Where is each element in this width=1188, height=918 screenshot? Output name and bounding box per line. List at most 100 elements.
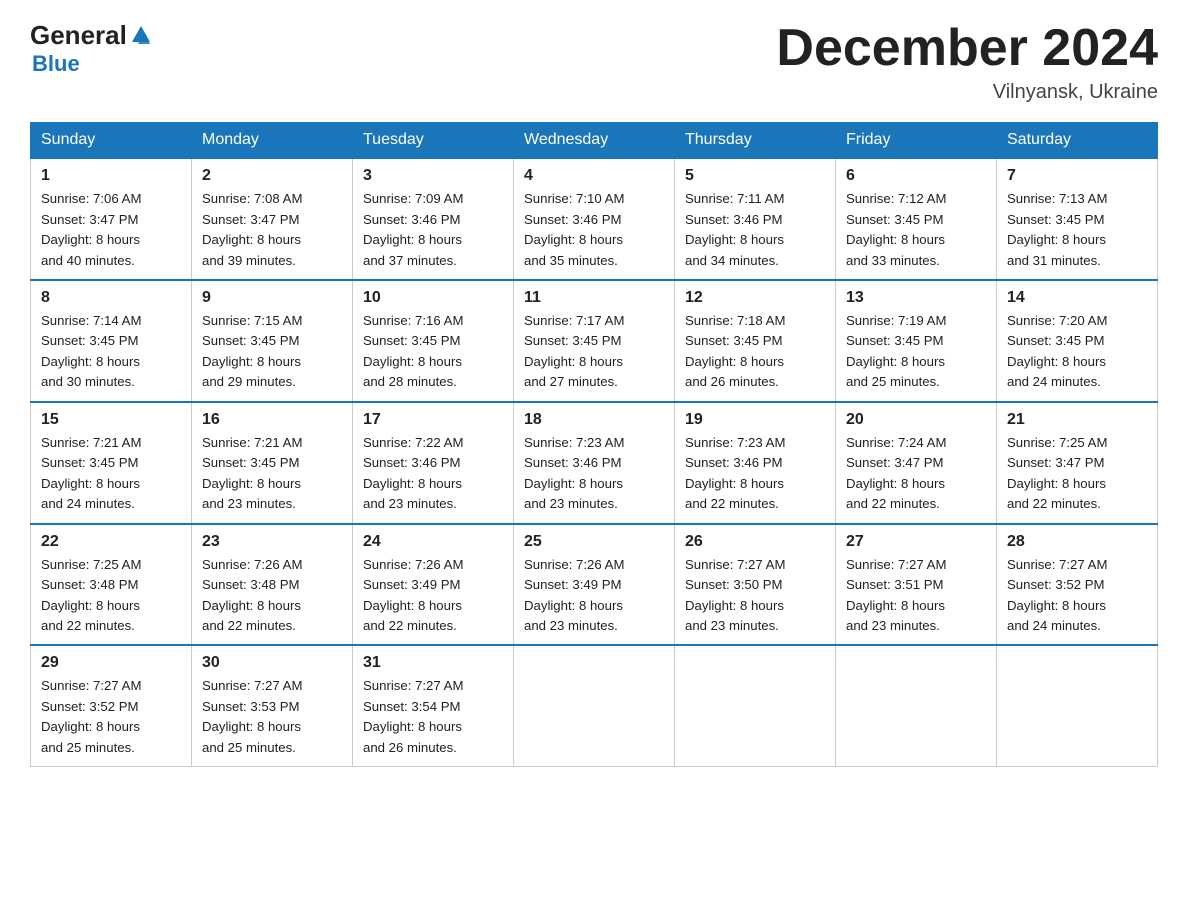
day-info: Sunrise: 7:22 AMSunset: 3:46 PMDaylight:…: [363, 433, 503, 515]
calendar-week-row: 1 Sunrise: 7:06 AMSunset: 3:47 PMDaylight…: [31, 158, 1158, 280]
day-number: 30: [202, 654, 342, 672]
day-number: 15: [41, 411, 181, 429]
day-info: Sunrise: 7:20 AMSunset: 3:45 PMDaylight:…: [1007, 311, 1147, 393]
calendar-cell: 14Sunrise: 7:20 AMSunset: 3:45 PMDayligh…: [997, 280, 1158, 402]
day-info: Sunrise: 7:25 AMSunset: 3:47 PMDaylight:…: [1007, 433, 1147, 515]
day-number: 2: [202, 167, 342, 185]
day-info: Sunrise: 7:09 AMSunset: 3:46 PMDaylight:…: [363, 189, 503, 271]
day-info: Sunrise: 7:21 AMSunset: 3:45 PMDaylight:…: [202, 433, 342, 515]
col-header-saturday: Saturday: [997, 123, 1158, 159]
day-info: Sunrise: 7:10 AMSunset: 3:46 PMDaylight:…: [524, 189, 664, 271]
calendar-cell: [514, 645, 675, 766]
day-number: 5: [685, 167, 825, 185]
calendar-week-row: 8 Sunrise: 7:14 AMSunset: 3:45 PMDaylight…: [31, 280, 1158, 402]
day-number: 19: [685, 411, 825, 429]
day-number: 8: [41, 289, 181, 307]
day-info: Sunrise: 7:27 AMSunset: 3:52 PMDaylight:…: [41, 676, 181, 758]
col-header-monday: Monday: [192, 123, 353, 159]
day-number: 18: [524, 411, 664, 429]
calendar-week-row: 22 Sunrise: 7:25 AMSunset: 3:48 PMDayligh…: [31, 524, 1158, 646]
col-header-wednesday: Wednesday: [514, 123, 675, 159]
day-number: 24: [363, 533, 503, 551]
logo-icon: [130, 24, 152, 46]
day-info: Sunrise: 7:11 AMSunset: 3:46 PMDaylight:…: [685, 189, 825, 271]
calendar-cell: 16 Sunrise: 7:21 AMSunset: 3:45 PMDayligh…: [192, 402, 353, 524]
calendar-cell: 22 Sunrise: 7:25 AMSunset: 3:48 PMDayligh…: [31, 524, 192, 646]
day-number: 10: [363, 289, 503, 307]
logo-general-text: General: [30, 20, 127, 51]
day-info: Sunrise: 7:26 AMSunset: 3:49 PMDaylight:…: [363, 555, 503, 637]
day-info: Sunrise: 7:23 AMSunset: 3:46 PMDaylight:…: [685, 433, 825, 515]
day-number: 9: [202, 289, 342, 307]
day-info: Sunrise: 7:19 AMSunset: 3:45 PMDaylight:…: [846, 311, 986, 393]
day-number: 12: [685, 289, 825, 307]
calendar-cell: 25Sunrise: 7:26 AMSunset: 3:49 PMDayligh…: [514, 524, 675, 646]
day-number: 1: [41, 167, 181, 185]
day-info: Sunrise: 7:27 AMSunset: 3:50 PMDaylight:…: [685, 555, 825, 637]
day-info: Sunrise: 7:27 AMSunset: 3:54 PMDaylight:…: [363, 676, 503, 758]
calendar-cell: 11Sunrise: 7:17 AMSunset: 3:45 PMDayligh…: [514, 280, 675, 402]
col-header-friday: Friday: [836, 123, 997, 159]
day-number: 20: [846, 411, 986, 429]
calendar-cell: 9 Sunrise: 7:15 AMSunset: 3:45 PMDaylight…: [192, 280, 353, 402]
calendar-cell: 4Sunrise: 7:10 AMSunset: 3:46 PMDaylight…: [514, 158, 675, 280]
day-number: 25: [524, 533, 664, 551]
day-info: Sunrise: 7:21 AMSunset: 3:45 PMDaylight:…: [41, 433, 181, 515]
day-info: Sunrise: 7:23 AMSunset: 3:46 PMDaylight:…: [524, 433, 664, 515]
calendar-cell: 10 Sunrise: 7:16 AMSunset: 3:45 PMDayligh…: [353, 280, 514, 402]
calendar-header-row: SundayMondayTuesdayWednesdayThursdayFrid…: [31, 123, 1158, 159]
calendar-cell: 3 Sunrise: 7:09 AMSunset: 3:46 PMDaylight…: [353, 158, 514, 280]
calendar-cell: 2 Sunrise: 7:08 AMSunset: 3:47 PMDaylight…: [192, 158, 353, 280]
title-block: December 2024 Vilnyansk, Ukraine: [776, 20, 1158, 104]
calendar-cell: 18 Sunrise: 7:23 AMSunset: 3:46 PMDayligh…: [514, 402, 675, 524]
calendar-cell: 19 Sunrise: 7:23 AMSunset: 3:46 PMDayligh…: [675, 402, 836, 524]
day-number: 29: [41, 654, 181, 672]
calendar-cell: 31Sunrise: 7:27 AMSunset: 3:54 PMDayligh…: [353, 645, 514, 766]
col-header-tuesday: Tuesday: [353, 123, 514, 159]
day-number: 16: [202, 411, 342, 429]
location-label: Vilnyansk, Ukraine: [776, 81, 1158, 104]
day-number: 13: [846, 289, 986, 307]
day-info: Sunrise: 7:14 AMSunset: 3:45 PMDaylight:…: [41, 311, 181, 393]
day-info: Sunrise: 7:13 AMSunset: 3:45 PMDaylight:…: [1007, 189, 1147, 271]
calendar-cell: 8 Sunrise: 7:14 AMSunset: 3:45 PMDaylight…: [31, 280, 192, 402]
calendar-week-row: 15 Sunrise: 7:21 AMSunset: 3:45 PMDayligh…: [31, 402, 1158, 524]
day-info: Sunrise: 7:08 AMSunset: 3:47 PMDaylight:…: [202, 189, 342, 271]
day-number: 27: [846, 533, 986, 551]
logo: General Blue: [30, 20, 152, 77]
day-info: Sunrise: 7:26 AMSunset: 3:48 PMDaylight:…: [202, 555, 342, 637]
calendar-cell: 27 Sunrise: 7:27 AMSunset: 3:51 PMDayligh…: [836, 524, 997, 646]
day-number: 21: [1007, 411, 1147, 429]
day-info: Sunrise: 7:15 AMSunset: 3:45 PMDaylight:…: [202, 311, 342, 393]
calendar-cell: [997, 645, 1158, 766]
calendar-cell: 5 Sunrise: 7:11 AMSunset: 3:46 PMDaylight…: [675, 158, 836, 280]
day-info: Sunrise: 7:06 AMSunset: 3:47 PMDaylight:…: [41, 189, 181, 271]
day-info: Sunrise: 7:27 AMSunset: 3:53 PMDaylight:…: [202, 676, 342, 758]
day-number: 26: [685, 533, 825, 551]
day-info: Sunrise: 7:27 AMSunset: 3:52 PMDaylight:…: [1007, 555, 1147, 637]
day-info: Sunrise: 7:25 AMSunset: 3:48 PMDaylight:…: [41, 555, 181, 637]
day-number: 23: [202, 533, 342, 551]
calendar-cell: 12Sunrise: 7:18 AMSunset: 3:45 PMDayligh…: [675, 280, 836, 402]
calendar-cell: [675, 645, 836, 766]
day-number: 17: [363, 411, 503, 429]
calendar-cell: 26 Sunrise: 7:27 AMSunset: 3:50 PMDayligh…: [675, 524, 836, 646]
day-number: 22: [41, 533, 181, 551]
day-info: Sunrise: 7:24 AMSunset: 3:47 PMDaylight:…: [846, 433, 986, 515]
calendar-cell: 6Sunrise: 7:12 AMSunset: 3:45 PMDaylight…: [836, 158, 997, 280]
day-number: 7: [1007, 167, 1147, 185]
day-number: 6: [846, 167, 986, 185]
calendar-cell: 7 Sunrise: 7:13 AMSunset: 3:45 PMDaylight…: [997, 158, 1158, 280]
calendar-cell: 13 Sunrise: 7:19 AMSunset: 3:45 PMDayligh…: [836, 280, 997, 402]
day-info: Sunrise: 7:27 AMSunset: 3:51 PMDaylight:…: [846, 555, 986, 637]
month-title: December 2024: [776, 20, 1158, 77]
calendar-cell: 1 Sunrise: 7:06 AMSunset: 3:47 PMDaylight…: [31, 158, 192, 280]
day-number: 28: [1007, 533, 1147, 551]
calendar-week-row: 29 Sunrise: 7:27 AMSunset: 3:52 PMDayligh…: [31, 645, 1158, 766]
day-number: 3: [363, 167, 503, 185]
day-info: Sunrise: 7:17 AMSunset: 3:45 PMDaylight:…: [524, 311, 664, 393]
calendar-cell: 15 Sunrise: 7:21 AMSunset: 3:45 PMDayligh…: [31, 402, 192, 524]
calendar-cell: 24 Sunrise: 7:26 AMSunset: 3:49 PMDayligh…: [353, 524, 514, 646]
day-info: Sunrise: 7:16 AMSunset: 3:45 PMDaylight:…: [363, 311, 503, 393]
logo-blue-text: Blue: [32, 51, 80, 76]
